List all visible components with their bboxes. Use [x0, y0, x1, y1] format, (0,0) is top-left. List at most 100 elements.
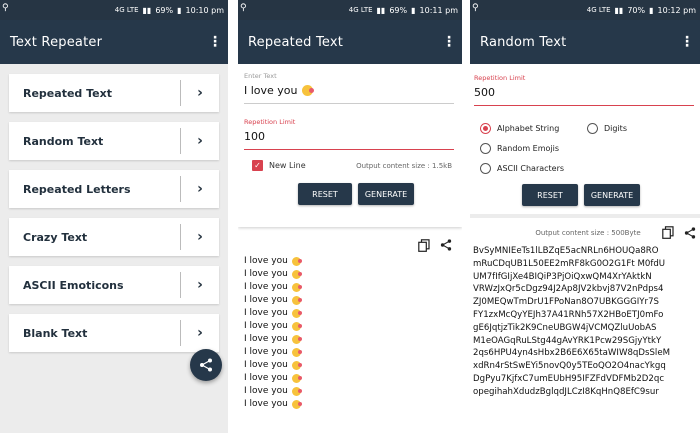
- random-line: xdRn4rStSwEYi5novQ0y5TEoQO2O4nacYkgq: [473, 361, 666, 372]
- result-line: I love you: [244, 359, 456, 372]
- app-bar: Random Text ⋮: [470, 20, 700, 64]
- kiss-emoji-icon: [301, 85, 314, 96]
- repetition-limit-label: Repetition Limit: [244, 118, 296, 126]
- kiss-emoji-icon: [291, 322, 302, 331]
- action-buttons: RESET GENERATE: [244, 183, 454, 205]
- status-bar: ⚲ 4G LTE ▮▮ 69% ▮ 10:10 pm: [0, 0, 228, 20]
- random-line: opegihahXdudzBglqdJLCzI8KqHnQ8EfC9sur: [473, 386, 659, 397]
- input-card: Enter Text I love you Repetition Limit 1…: [238, 64, 462, 227]
- share-icon: [200, 358, 212, 372]
- new-line-checkbox[interactable]: ✓: [252, 160, 263, 171]
- reset-button[interactable]: RESET: [522, 184, 578, 206]
- overflow-menu-icon[interactable]: ⋮: [442, 34, 456, 50]
- result-line: I love you: [244, 294, 456, 307]
- kiss-emoji-icon: [291, 309, 302, 318]
- repetition-limit-input[interactable]: 100: [244, 126, 454, 150]
- random-line: gE6JqtjzTik2K9CneUBGW4jVCMQZluUobAS: [473, 322, 657, 333]
- kiss-emoji-icon: [291, 361, 302, 370]
- copy-icon[interactable]: [418, 238, 430, 252]
- radio-row: ASCII Characters: [480, 158, 700, 178]
- enter-text-value: I love you: [244, 84, 298, 97]
- enter-text-input[interactable]: I love you: [244, 80, 454, 104]
- result-line: I love you: [244, 268, 456, 281]
- ascii-characters-label: ASCII Characters: [497, 163, 565, 173]
- repetition-limit-value: 500: [474, 86, 495, 99]
- alphabet-string-radio[interactable]: [480, 122, 491, 134]
- overflow-menu-icon[interactable]: ⋮: [208, 34, 222, 50]
- random-line: DgPyu7KjfxC7umEUbH95IFZFdVDFMb2D2qc: [473, 373, 665, 384]
- result-line: I love you: [244, 281, 456, 294]
- battery-icon: ▮: [649, 5, 654, 15]
- chevron-right-icon: ›: [197, 325, 203, 341]
- random-emojis-radio[interactable]: [480, 142, 491, 154]
- share-fab[interactable]: [190, 349, 222, 381]
- battery-level: 69%: [389, 5, 408, 15]
- result-line: I love you: [244, 372, 456, 385]
- network-indicator: 4G LTE: [348, 6, 373, 14]
- screen-repeated-text: ⚲ 4G LTE ▮▮ 69% ▮ 10:11 pm Repeated Text…: [238, 0, 462, 433]
- menu-item-label: Random Text: [23, 134, 104, 148]
- random-emojis-label: Random Emojis: [497, 143, 560, 153]
- result-line: I love you: [244, 307, 456, 320]
- random-line: BvSyMNIEeTs1lLBZqE5acNRLn6HOUQa8RO: [473, 246, 659, 256]
- new-line-label: New Line: [269, 161, 306, 170]
- menu-item-blank-text[interactable]: Blank Text ›: [9, 314, 219, 352]
- digits-radio[interactable]: [587, 122, 598, 134]
- content-type-radio-group: Alphabet String Digits Random Emojis ASC…: [470, 110, 700, 178]
- status-time: 10:12 pm: [657, 5, 696, 15]
- radio-row: Random Emojis: [480, 138, 700, 158]
- output-toolbar: Output content size : 500Byte: [470, 218, 700, 239]
- result-line: I love you: [244, 346, 456, 359]
- signal-icon: ▮▮: [614, 5, 624, 15]
- output-size-text: Output content size : 1.5kB: [356, 161, 452, 170]
- kiss-emoji-icon: [291, 374, 302, 383]
- reset-button[interactable]: RESET: [298, 183, 352, 205]
- ascii-characters-radio[interactable]: [480, 162, 491, 174]
- network-indicator: 4G LTE: [114, 6, 139, 14]
- menu-item-label: Crazy Text: [23, 230, 88, 244]
- kiss-emoji-icon: [291, 335, 302, 344]
- random-line: VRWzJxQr5cDgz94J2Ap8JV2kbvj87V2nPdps4: [473, 284, 664, 295]
- screen-random-text: ⚲ 4G LTE ▮▮ 70% ▮ 10:12 pm Random Text ⋮…: [470, 0, 700, 433]
- overflow-menu-icon[interactable]: ⋮: [680, 34, 694, 50]
- menu-item-crazy-text[interactable]: Crazy Text ›: [9, 218, 219, 256]
- status-time: 10:11 pm: [419, 5, 458, 15]
- signal-icon: ▮▮: [142, 5, 152, 15]
- random-line: FY1zxMcQyYEJh37A41RNh57X2HBoETJ0mFo: [473, 309, 664, 320]
- app-title: Repeated Text: [248, 34, 344, 50]
- radio-row: Alphabet String Digits: [480, 118, 700, 138]
- random-line: UM7fIfGIjXe4BIQiP3PjOiQxwQM4XrYAktkN: [473, 271, 652, 282]
- enter-text-label: Enter Text: [244, 72, 277, 80]
- menu-item-label: Repeated Text: [23, 86, 112, 100]
- random-output-text: BvSyMNIEeTs1lLBZqE5acNRLn6HOUQa8RO mRuCD…: [470, 239, 700, 399]
- kiss-emoji-icon: [291, 387, 302, 396]
- result-line: I love you: [244, 398, 456, 411]
- menu-item-random-text[interactable]: Random Text ›: [9, 122, 219, 160]
- menu-item-ascii-emoticons[interactable]: ASCII Emoticons ›: [9, 266, 219, 304]
- repetition-limit-value: 100: [244, 130, 265, 143]
- options-row: ✓ New Line Output content size : 1.5kB: [244, 160, 454, 171]
- app-bar: Text Repeater ⋮: [0, 20, 228, 64]
- chevron-right-icon: ›: [197, 85, 203, 101]
- menu-item-repeated-text[interactable]: Repeated Text ›: [9, 74, 219, 112]
- notification-icon: ⚲: [472, 3, 479, 13]
- app-bar: Repeated Text ⋮: [238, 20, 462, 64]
- chevron-right-icon: ›: [197, 181, 203, 197]
- kiss-emoji-icon: [291, 283, 302, 292]
- screen-text-repeater: ⚲ 4G LTE ▮▮ 69% ▮ 10:10 pm Text Repeater…: [0, 0, 228, 433]
- copy-icon[interactable]: [662, 226, 674, 239]
- battery-icon: ▮: [177, 5, 182, 15]
- generate-button[interactable]: GENERATE: [358, 183, 414, 205]
- alphabet-string-label: Alphabet String: [497, 123, 560, 133]
- chevron-right-icon: ›: [197, 133, 203, 149]
- app-title: Random Text: [480, 34, 567, 50]
- result-toolbar: [244, 235, 456, 255]
- kiss-emoji-icon: [291, 257, 302, 266]
- share-icon[interactable]: [684, 226, 696, 239]
- kiss-emoji-icon: [291, 270, 302, 279]
- share-icon[interactable]: [440, 239, 452, 251]
- repetition-limit-input[interactable]: 500: [474, 82, 694, 106]
- menu-item-repeated-letters[interactable]: Repeated Letters ›: [9, 170, 219, 208]
- generate-button[interactable]: GENERATE: [584, 184, 640, 206]
- battery-icon: ▮: [411, 5, 416, 15]
